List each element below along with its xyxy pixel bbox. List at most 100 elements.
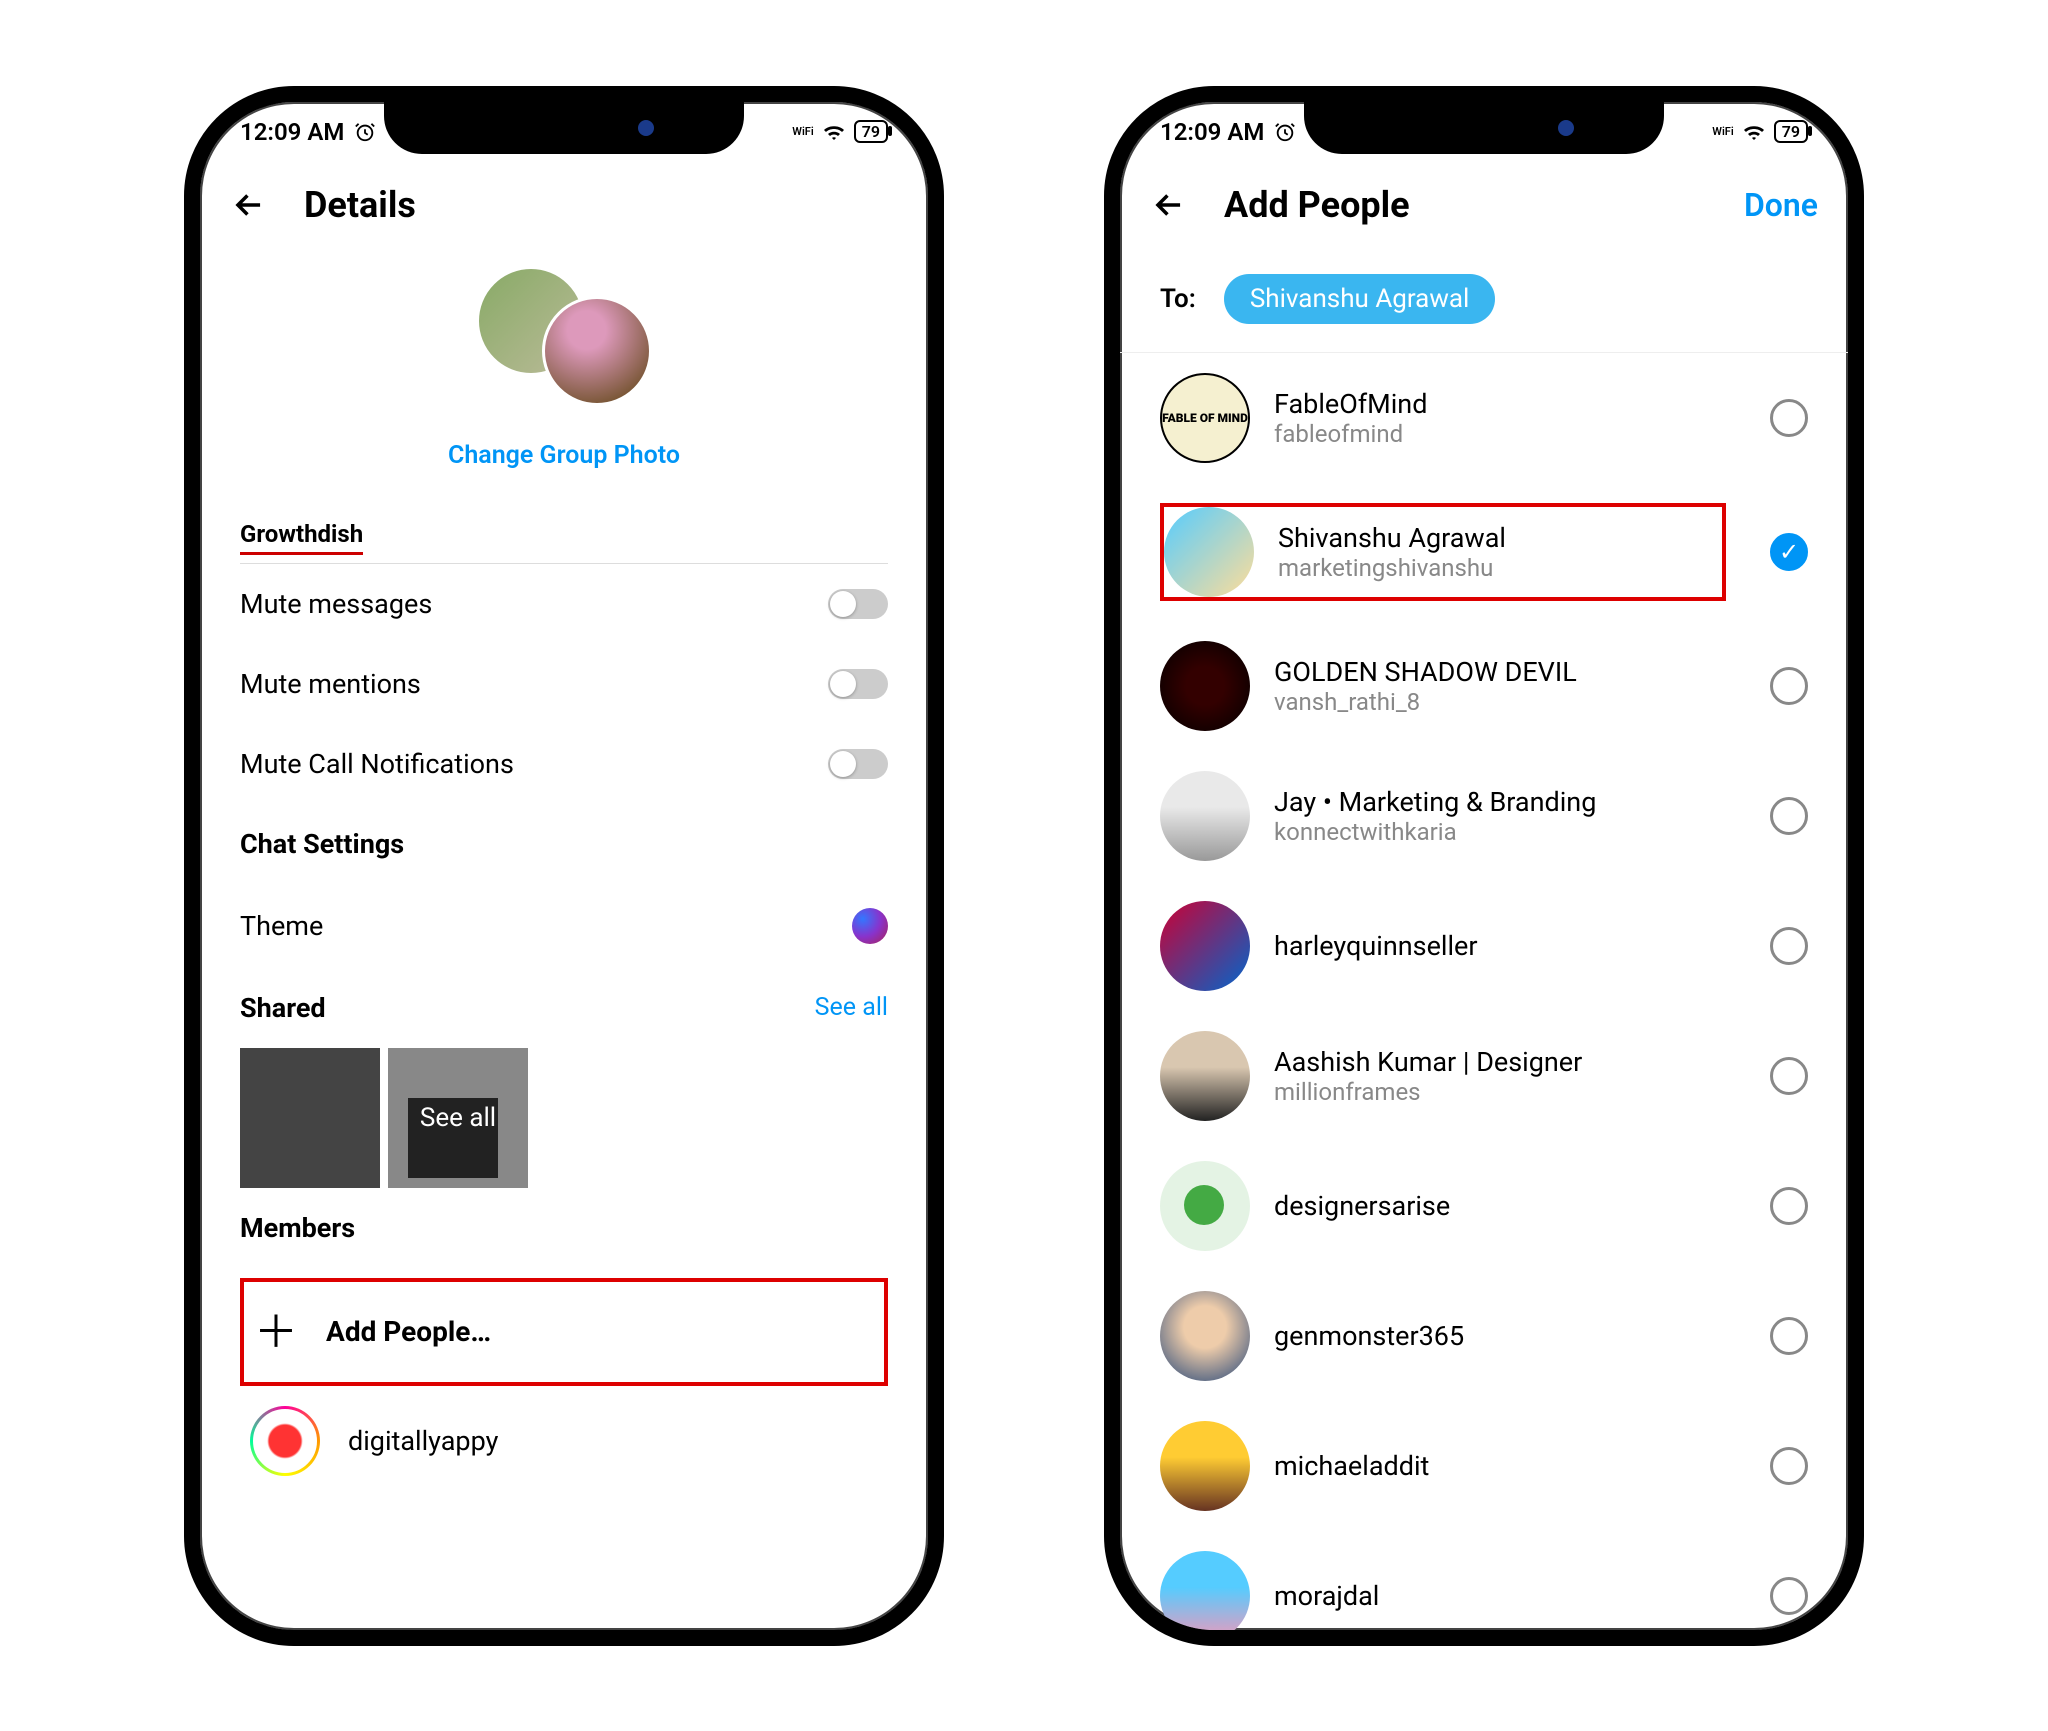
- person-row-inner: harleyquinnseller: [1160, 901, 1746, 991]
- shared-title: Shared: [240, 968, 326, 1048]
- members-title: Members: [240, 1188, 888, 1268]
- member-name: digitallyappy: [348, 1425, 498, 1457]
- mute-calls-toggle[interactable]: [828, 749, 888, 779]
- page-title: Add People: [1224, 184, 1710, 226]
- highlight-add-people: ＋ Add People…: [240, 1278, 888, 1386]
- status-time: 12:09 AM: [1160, 118, 1264, 146]
- notch: [384, 102, 744, 154]
- person-handle: fableofmind: [1274, 420, 1746, 448]
- person-avatar: [1160, 641, 1250, 731]
- wifi-label: WiFi: [1712, 126, 1733, 137]
- person-handle: vansh_rathi_8: [1274, 688, 1746, 716]
- radio-unchecked-icon[interactable]: [1770, 797, 1808, 835]
- group-avatar-front: [542, 296, 652, 406]
- alarm-icon: [354, 121, 376, 143]
- radio-unchecked-icon[interactable]: [1770, 1577, 1808, 1615]
- mute-messages-toggle[interactable]: [828, 589, 888, 619]
- person-row[interactable]: morajdal: [1160, 1531, 1808, 1646]
- person-row[interactable]: Aashish Kumar | Designermillionframes: [1160, 1011, 1808, 1141]
- people-list: FABLE OF MIND FableOfMindfableofmind Shiva…: [1120, 353, 1848, 1646]
- radio-unchecked-icon[interactable]: [1770, 667, 1808, 705]
- theme-row[interactable]: Theme: [240, 884, 888, 968]
- person-avatar: FABLE OF MIND: [1160, 373, 1250, 463]
- mute-calls-label: Mute Call Notifications: [240, 748, 514, 780]
- person-text: harleyquinnseller: [1274, 930, 1746, 962]
- battery-icon: 79: [1774, 120, 1808, 143]
- radio-checked-icon[interactable]: ✓: [1770, 533, 1808, 571]
- person-name: Aashish Kumar | Designer: [1274, 1046, 1746, 1078]
- person-name: GOLDEN SHADOW DEVIL: [1274, 656, 1746, 688]
- selected-person-chip[interactable]: Shivanshu Agrawal: [1224, 274, 1496, 324]
- shared-thumbnail[interactable]: See all: [388, 1048, 528, 1188]
- mute-mentions-toggle[interactable]: [828, 669, 888, 699]
- person-name: FableOfMind: [1274, 388, 1746, 420]
- theme-color-icon: [852, 908, 888, 944]
- radio-unchecked-icon[interactable]: [1770, 1317, 1808, 1355]
- radio-unchecked-icon[interactable]: [1770, 1187, 1808, 1225]
- mute-calls-row: Mute Call Notifications: [240, 724, 888, 804]
- person-avatar: [1164, 507, 1254, 597]
- person-row-inner: designersarise: [1160, 1161, 1746, 1251]
- radio-unchecked-icon[interactable]: [1770, 399, 1808, 437]
- mute-mentions-row: Mute mentions: [240, 644, 888, 724]
- person-handle: konnectwithkaria: [1274, 818, 1746, 846]
- to-field[interactable]: To: Shivanshu Agrawal: [1120, 256, 1848, 353]
- alarm-icon: [1274, 121, 1296, 143]
- wifi-label: WiFi: [792, 126, 813, 137]
- shared-thumbnail[interactable]: [240, 1048, 380, 1188]
- person-row-inner: michaeladdit: [1160, 1421, 1746, 1511]
- person-row[interactable]: GOLDEN SHADOW DEVILvansh_rathi_8: [1160, 621, 1808, 751]
- radio-unchecked-icon[interactable]: [1770, 1057, 1808, 1095]
- person-row-inner: FABLE OF MIND FableOfMindfableofmind: [1160, 373, 1746, 463]
- person-name: designersarise: [1274, 1190, 1746, 1222]
- theme-label: Theme: [240, 910, 323, 942]
- mute-messages-row: Mute messages: [240, 564, 888, 644]
- member-row[interactable]: digitallyappy: [240, 1386, 888, 1496]
- person-row[interactable]: genmonster365: [1160, 1271, 1808, 1401]
- done-button[interactable]: Done: [1744, 186, 1818, 224]
- group-name-text: Growthdish: [240, 520, 363, 555]
- person-row[interactable]: michaeladdit: [1160, 1401, 1808, 1531]
- person-row[interactable]: Shivanshu Agrawalmarketingshivanshu ✓: [1160, 483, 1808, 621]
- shared-see-all-overlay[interactable]: See all: [420, 1103, 496, 1133]
- shared-see-all-link[interactable]: See all: [815, 993, 888, 1022]
- person-handle: millionframes: [1274, 1078, 1746, 1106]
- phone-add-people: 12:09 AM WiFi 79 Add People Done To: Shi…: [1104, 86, 1864, 1646]
- person-text: morajdal: [1274, 1580, 1746, 1612]
- member-avatar: [250, 1406, 320, 1476]
- person-text: GOLDEN SHADOW DEVILvansh_rathi_8: [1274, 656, 1746, 716]
- details-header: Details: [200, 154, 928, 256]
- person-row[interactable]: Jay • Marketing & Brandingkonnectwithkar…: [1160, 751, 1808, 881]
- radio-unchecked-icon[interactable]: [1770, 927, 1808, 965]
- group-name-field[interactable]: Growthdish: [240, 520, 888, 564]
- person-text: genmonster365: [1274, 1320, 1746, 1352]
- mute-messages-label: Mute messages: [240, 588, 432, 620]
- back-button[interactable]: [1150, 185, 1190, 225]
- shared-header: Shared See all: [240, 968, 888, 1048]
- person-name: morajdal: [1274, 1580, 1746, 1612]
- person-row[interactable]: FABLE OF MIND FableOfMindfableofmind: [1160, 353, 1808, 483]
- person-row-inner: Shivanshu Agrawalmarketingshivanshu: [1160, 503, 1726, 601]
- person-text: Shivanshu Agrawalmarketingshivanshu: [1278, 522, 1710, 582]
- person-row-inner: Aashish Kumar | Designermillionframes: [1160, 1031, 1746, 1121]
- person-avatar: [1160, 771, 1250, 861]
- change-group-photo-link[interactable]: Change Group Photo: [200, 441, 928, 470]
- person-name: michaeladdit: [1274, 1450, 1746, 1482]
- person-name: Jay • Marketing & Branding: [1274, 786, 1746, 818]
- status-time: 12:09 AM: [240, 118, 344, 146]
- person-text: Aashish Kumar | Designermillionframes: [1274, 1046, 1746, 1106]
- add-people-button[interactable]: ＋ Add People…: [244, 1282, 884, 1382]
- person-avatar: [1160, 1031, 1250, 1121]
- person-row-inner: GOLDEN SHADOW DEVILvansh_rathi_8: [1160, 641, 1746, 731]
- person-row[interactable]: designersarise: [1160, 1141, 1808, 1271]
- person-row-inner: genmonster365: [1160, 1291, 1746, 1381]
- radio-unchecked-icon[interactable]: [1770, 1447, 1808, 1485]
- person-row[interactable]: harleyquinnseller: [1160, 881, 1808, 1011]
- mute-mentions-label: Mute mentions: [240, 668, 421, 700]
- wifi-icon: [822, 122, 846, 142]
- person-text: Jay • Marketing & Brandingkonnectwithkar…: [1274, 786, 1746, 846]
- group-avatar-stack[interactable]: [200, 266, 928, 416]
- person-avatar: [1160, 901, 1250, 991]
- back-button[interactable]: [230, 185, 270, 225]
- shared-thumbnails[interactable]: See all: [240, 1048, 888, 1188]
